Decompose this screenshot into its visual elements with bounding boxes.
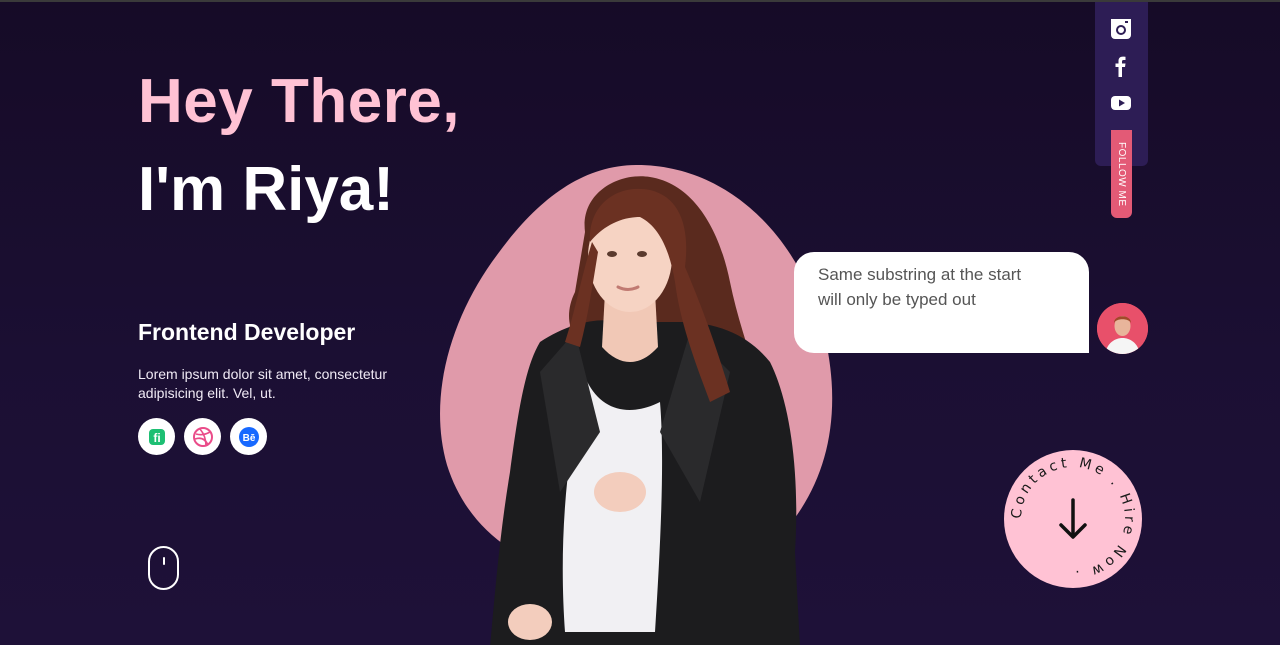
hero-section: Hey There, I'm Riya! Frontend Developer …	[0, 0, 1280, 645]
circular-text: Contact Me . Hire Now .	[1009, 455, 1134, 583]
instagram-icon	[1111, 19, 1131, 39]
behance-link[interactable]: Bē	[230, 418, 267, 455]
fiverr-link[interactable]: fi	[138, 418, 175, 455]
svg-text:Bē: Bē	[242, 433, 255, 444]
fiverr-icon: fi	[148, 428, 165, 445]
follow-me-label: FOLLOW ME	[1116, 141, 1127, 207]
scroll-mouse-icon[interactable]	[148, 546, 179, 590]
role-description: Lorem ipsum dolor sit amet, consectetur …	[138, 366, 387, 401]
behance-icon: Bē	[238, 426, 259, 447]
facebook-link[interactable]	[1110, 55, 1132, 77]
hire-now-button[interactable]: Contact Me . Hire Now .	[1004, 450, 1142, 588]
chat-message-line2: will only be typed out	[818, 290, 976, 309]
youtube-link[interactable]	[1110, 92, 1132, 114]
chat-avatar	[1097, 303, 1148, 354]
instagram-link[interactable]	[1110, 18, 1132, 40]
hero-greeting: Hey There,	[138, 67, 461, 136]
dribbble-icon	[192, 426, 213, 447]
facebook-icon	[1115, 56, 1126, 77]
hero-name: I'm Riya!	[138, 155, 394, 224]
role-title: Frontend Developer	[138, 319, 356, 345]
follow-me-tag[interactable]: FOLLOW ME	[1111, 130, 1132, 218]
arrow-down-icon	[1059, 498, 1087, 539]
avatar-icon	[1097, 303, 1148, 354]
social-links: fi Bē	[138, 418, 267, 455]
mouse-wheel	[163, 557, 165, 565]
dribbble-link[interactable]	[184, 418, 221, 455]
svg-text:fi: fi	[153, 431, 160, 445]
chat-message-line1: Same substring at the start	[818, 265, 1022, 284]
youtube-icon	[1111, 96, 1131, 110]
profile-portrait	[490, 176, 800, 645]
chat-bubble: Same substring at the start will only be…	[794, 252, 1089, 353]
